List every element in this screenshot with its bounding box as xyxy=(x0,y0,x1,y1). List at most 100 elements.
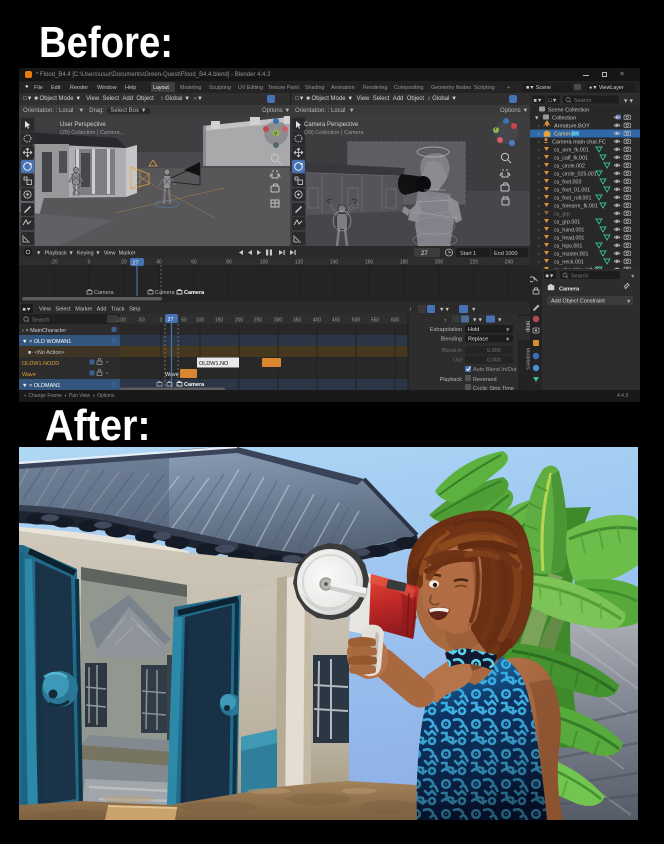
svg-text:OLDW1.NODD: OLDW1.NODD xyxy=(22,361,59,367)
svg-text:450: 450 xyxy=(332,318,341,324)
svg-text:▼: ▼ xyxy=(626,299,631,305)
svg-text:150: 150 xyxy=(215,318,224,324)
svg-text:Out: Out xyxy=(453,358,462,364)
svg-text:›: › xyxy=(538,164,540,170)
svg-text:250: 250 xyxy=(254,318,263,324)
svg-text:Replace: Replace xyxy=(468,337,488,343)
svg-text:›: › xyxy=(538,236,540,242)
svg-text:200: 200 xyxy=(235,318,244,324)
svg-text:Armature.BOY: Armature.BOY xyxy=(554,124,590,130)
svg-text:cs_calf_fk.001: cs_calf_fk.001 xyxy=(554,156,588,162)
svg-text:0: 0 xyxy=(160,318,163,324)
svg-text:cs_arm_fk.001: cs_arm_fk.001 xyxy=(554,148,589,154)
svg-text:□▼: □▼ xyxy=(549,98,558,104)
svg-text:Hold: Hold xyxy=(468,327,479,333)
svg-text:Camera: Camera xyxy=(559,287,580,293)
svg-text:60: 60 xyxy=(191,260,197,266)
svg-text:Start 1: Start 1 xyxy=(460,251,476,257)
svg-text:Blend In: Blend In xyxy=(442,348,462,354)
svg-text:140: 140 xyxy=(330,260,339,266)
svg-text:100: 100 xyxy=(260,260,269,266)
svg-text:■▼: ■▼ xyxy=(23,307,32,313)
svg-text:Add Object Constraint: Add Object Constraint xyxy=(551,299,605,305)
svg-text:cs_forearm_fk.001: cs_forearm_fk.001 xyxy=(554,204,598,210)
svg-text:› × MainCharacter: › × MainCharacter xyxy=(22,328,66,334)
svg-text:cs_neck.001: cs_neck.001 xyxy=(554,260,584,266)
svg-text:27: 27 xyxy=(168,317,174,323)
svg-text:›: › xyxy=(538,220,540,226)
svg-text:›: › xyxy=(538,140,540,146)
svg-text:200: 200 xyxy=(435,260,444,266)
svg-text:-50: -50 xyxy=(137,318,144,324)
svg-text:›: › xyxy=(538,252,540,258)
svg-text:Camera Perspective: Camera Perspective xyxy=(304,122,359,128)
svg-text:(29) Collection | Camera…: (29) Collection | Camera… xyxy=(60,130,125,136)
svg-text:cs_master.001: cs_master.001 xyxy=(554,252,589,258)
svg-text:↑: ↑ xyxy=(409,307,412,313)
svg-text:›: › xyxy=(538,124,540,130)
svg-text:300: 300 xyxy=(274,318,283,324)
svg-text:Camera: Camera xyxy=(155,290,176,296)
svg-text:▼ Playback ▼ Keying ▼ View: ▼ Playback ▼ Keying ▼ View Marker xyxy=(36,251,136,257)
svg-text:■▼: ■▼ xyxy=(534,98,543,104)
svg-text:›: › xyxy=(538,204,540,210)
svg-text:▼: ▼ xyxy=(534,116,539,122)
svg-text:27: 27 xyxy=(421,251,428,257)
svg-text:›: › xyxy=(538,260,540,266)
svg-text:100: 100 xyxy=(196,318,205,324)
svg-text:220: 220 xyxy=(470,260,479,266)
svg-text:›: › xyxy=(538,244,540,250)
svg-text:▼ × OLDMAN1: ▼ × OLDMAN1 xyxy=(22,383,60,389)
svg-text:cs_grp.001: cs_grp.001 xyxy=(554,220,580,226)
svg-text:›: › xyxy=(538,148,540,154)
svg-text:OLDW1.NO: OLDW1.NO xyxy=(199,361,229,367)
svg-text:500: 500 xyxy=(352,318,361,324)
svg-text:›: › xyxy=(538,156,540,162)
svg-text:Playback: Playback xyxy=(440,377,463,383)
svg-text:■· <No Action>: ■· <No Action> xyxy=(28,350,65,356)
svg-text:■▼: ■▼ xyxy=(546,274,555,280)
svg-text:cs_grp: cs_grp xyxy=(554,212,570,218)
svg-text:▼: ▼ xyxy=(505,328,510,334)
svg-text:Scene Collection: Scene Collection xyxy=(548,108,589,114)
svg-text:180: 180 xyxy=(400,260,409,266)
svg-text:Search: Search xyxy=(574,98,591,104)
svg-text:Search: Search xyxy=(32,318,49,324)
svg-text:600: 600 xyxy=(391,318,400,324)
svg-text:View Select Marker Add: View Select Marker Add Track Strip xyxy=(39,307,140,313)
svg-text:▼: ▼ xyxy=(630,274,635,280)
svg-text:0: 0 xyxy=(88,260,91,266)
svg-text:20: 20 xyxy=(121,260,127,266)
svg-text:cs_head.001: cs_head.001 xyxy=(554,236,584,242)
svg-text:▼: ▼ xyxy=(471,307,476,313)
svg-text:Camera: Camera xyxy=(184,290,205,296)
svg-text:50: 50 xyxy=(181,318,187,324)
svg-text:cs_circle_025.001: cs_circle_025.001 xyxy=(554,172,597,178)
svg-text:240: 240 xyxy=(505,260,514,266)
svg-text:(29) Collection | Camera: (29) Collection | Camera xyxy=(304,130,364,136)
svg-text:↑: ↑ xyxy=(444,318,447,324)
svg-text:▼ × OLD WOMAN1: ▼ × OLD WOMAN1 xyxy=(22,339,71,345)
svg-text:▼▼: ▼▼ xyxy=(472,318,483,324)
svg-text:Wave: Wave xyxy=(22,372,36,378)
svg-text:›: › xyxy=(538,196,540,202)
svg-text:cs_hips.001: cs_hips.001 xyxy=(554,244,582,250)
svg-text:cs_hand.001: cs_hand.001 xyxy=(554,228,584,234)
svg-text:80: 80 xyxy=(226,260,232,266)
svg-text:End 1000: End 1000 xyxy=(494,251,518,257)
svg-text:27: 27 xyxy=(133,261,139,267)
svg-text:Collection: Collection xyxy=(552,116,576,122)
svg-text:›: › xyxy=(538,188,540,194)
svg-text:›: › xyxy=(538,212,540,218)
svg-text:120: 120 xyxy=(295,260,304,266)
svg-text:Camera: Camera xyxy=(94,290,115,296)
svg-text:User Perspective: User Perspective xyxy=(60,122,106,128)
svg-text:▼▼: ▼▼ xyxy=(439,307,450,313)
svg-text:Search: Search xyxy=(571,274,588,280)
svg-text:-100: -100 xyxy=(116,318,126,324)
svg-text:40: 40 xyxy=(156,260,162,266)
svg-text:160: 160 xyxy=(365,260,374,266)
svg-text:Blending: Blending xyxy=(441,337,462,343)
svg-text:›: › xyxy=(538,132,540,138)
svg-text:0.000: 0.000 xyxy=(487,358,501,364)
